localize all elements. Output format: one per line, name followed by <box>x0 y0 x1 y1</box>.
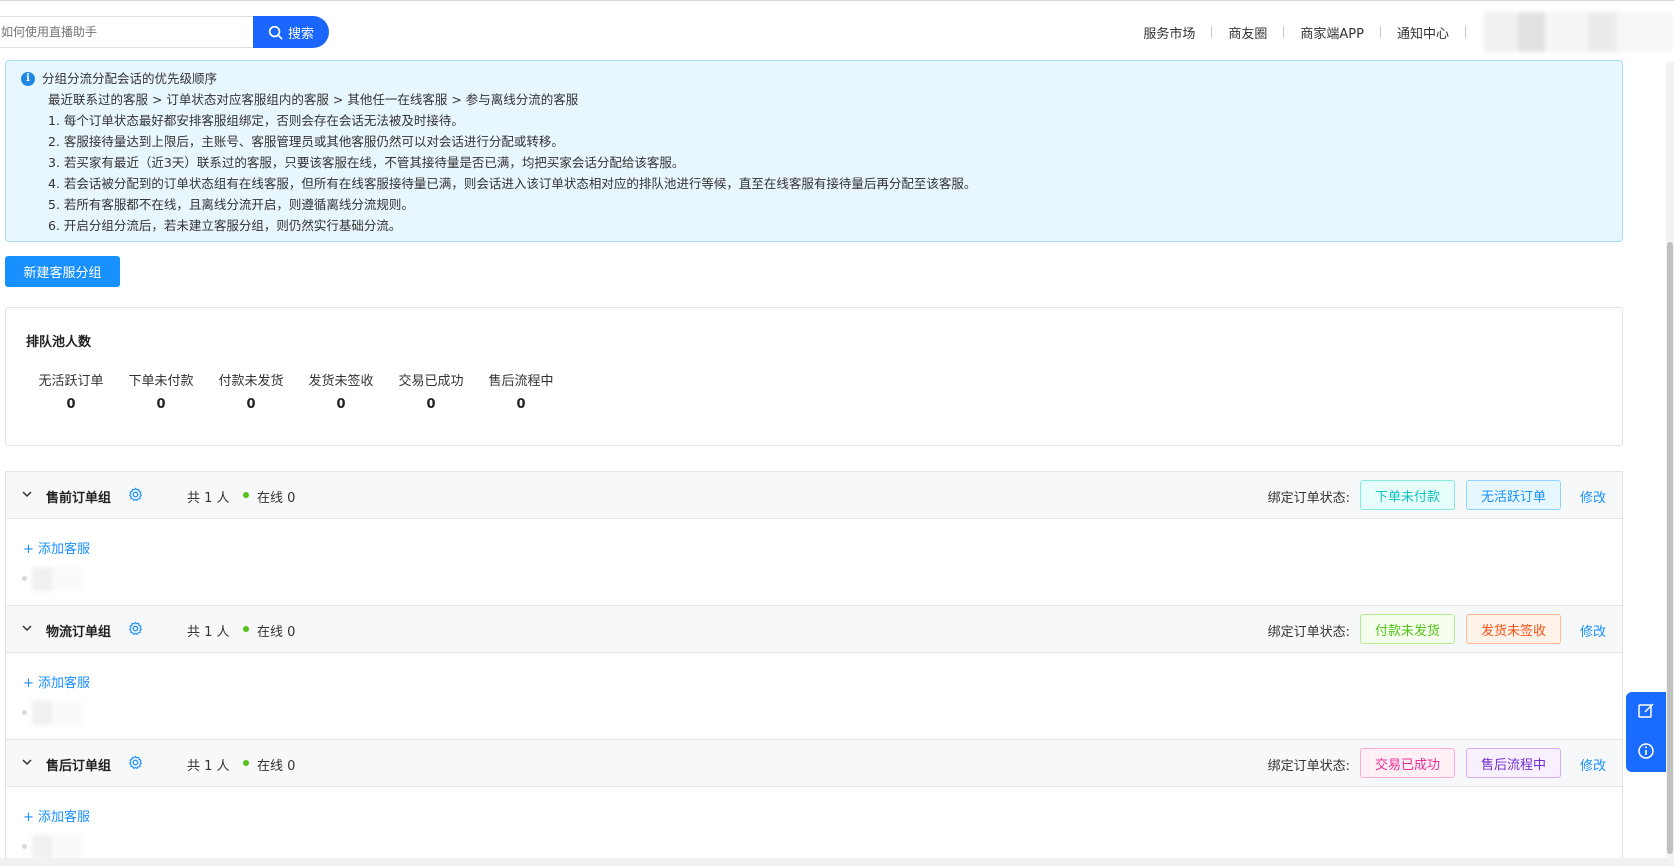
chevron-down-icon[interactable] <box>21 488 33 504</box>
queue-title: 排队池人数 <box>26 335 92 350</box>
group-name: 售前订单组 <box>46 491 112 506</box>
notice-title: 分组分流分配会话的优先级顺序 <box>42 71 218 86</box>
floating-toolbar <box>1626 692 1666 772</box>
online-status-dot <box>243 626 249 632</box>
agent-group-logistics: 物流订单组 共 1 人 在线 0 绑定订单状态: 付款未发货 发货未签收 修改 … <box>5 605 1623 740</box>
queue-stat-value: 0 <box>516 397 526 412</box>
online-status-dot <box>243 492 249 498</box>
queue-stat-value: 0 <box>426 397 436 412</box>
agent-item-blurred <box>22 567 82 591</box>
user-profile-blurred[interactable] <box>1484 12 1674 52</box>
chevron-down-icon[interactable] <box>21 756 33 772</box>
notice-item: 5. 若所有客服都不在线，且离线分流开启，则遵循离线分流规则。 <box>48 197 414 212</box>
nav-notification-center[interactable]: 通知中心 <box>1381 23 1465 42</box>
queue-stat-value: 0 <box>156 397 166 412</box>
status-tag: 售后流程中 <box>1466 748 1561 778</box>
queue-stat-label: 售后流程中 <box>488 374 554 389</box>
queue-stat: 下单未付款 0 <box>116 370 206 412</box>
notice-item: 6. 开启分组分流后，若未建立客服分组，则仍然实行基础分流。 <box>48 218 402 233</box>
bind-status-label: 绑定订单状态: <box>1267 625 1350 640</box>
queue-stat-label: 交易已成功 <box>398 374 464 389</box>
bind-status-label: 绑定订单状态: <box>1267 491 1350 506</box>
vertical-scrollbar[interactable] <box>1666 62 1674 866</box>
queue-stat-label: 无活跃订单 <box>38 374 104 389</box>
nav-service-market[interactable]: 服务市场 <box>1127 23 1211 42</box>
notice-item: 4. 若会话被分配到的订单状态组有在线客服，但所有在线客服接待量已满，则会话进入… <box>48 176 977 191</box>
search-input[interactable] <box>0 16 255 48</box>
queue-stat: 交易已成功 0 <box>386 370 476 412</box>
gear-icon[interactable] <box>128 621 143 640</box>
add-agent-link[interactable]: + 添加客服 <box>23 538 90 557</box>
queue-stats: 无活跃订单 0 下单未付款 0 付款未发货 0 发货未签收 0 交易已成功 0 … <box>26 370 566 412</box>
group-header: 售前订单组 共 1 人 在线 0 绑定订单状态: 下单未付款 无活跃订单 修改 <box>6 472 1622 519</box>
status-tag: 下单未付款 <box>1360 480 1455 510</box>
gear-icon[interactable] <box>128 755 143 774</box>
member-count: 共 1 人 <box>187 759 230 774</box>
member-count: 共 1 人 <box>187 625 230 640</box>
member-count: 共 1 人 <box>187 491 230 506</box>
priority-notice: i 分组分流分配会话的优先级顺序 最近联系过的客服 > 订单状态对应客服组内的客… <box>5 60 1623 242</box>
edit-group-link[interactable]: 修改 <box>1580 755 1606 774</box>
info-icon[interactable] <box>1637 742 1655 762</box>
group-header: 物流订单组 共 1 人 在线 0 绑定订单状态: 付款未发货 发货未签收 修改 <box>6 606 1622 653</box>
horizontal-scrollbar[interactable] <box>0 858 1666 866</box>
add-agent-link[interactable]: + 添加客服 <box>23 806 90 825</box>
status-tag: 发货未签收 <box>1466 614 1561 644</box>
queue-stat-value: 0 <box>246 397 256 412</box>
group-header: 售后订单组 共 1 人 在线 0 绑定订单状态: 交易已成功 售后流程中 修改 <box>6 740 1622 787</box>
agent-group-aftersale: 售后订单组 共 1 人 在线 0 绑定订单状态: 交易已成功 售后流程中 修改 … <box>5 739 1623 866</box>
top-nav: 服务市场 商友圈 商家端APP 通知中心 <box>1127 1 1674 63</box>
queue-stat-label: 下单未付款 <box>128 374 194 389</box>
add-agent-link[interactable]: + 添加客服 <box>23 672 90 691</box>
edit-icon[interactable] <box>1637 702 1655 722</box>
queue-stat-label: 付款未发货 <box>218 374 284 389</box>
status-tag: 无活跃订单 <box>1466 480 1561 510</box>
bind-status-label: 绑定订单状态: <box>1267 759 1350 774</box>
edit-group-link[interactable]: 修改 <box>1580 487 1606 506</box>
search-button[interactable]: 搜索 <box>253 16 329 48</box>
online-count: 在线 0 <box>257 491 296 506</box>
online-count: 在线 0 <box>257 625 296 640</box>
gear-icon[interactable] <box>128 487 143 506</box>
new-group-button[interactable]: 新建客服分组 <box>5 256 120 287</box>
queue-stat: 售后流程中 0 <box>476 370 566 412</box>
agent-item-blurred <box>22 701 82 725</box>
agent-item-blurred <box>22 835 82 859</box>
chevron-down-icon[interactable] <box>21 622 33 638</box>
search-icon <box>268 25 283 40</box>
online-count: 在线 0 <box>257 759 296 774</box>
scrollbar-thumb[interactable] <box>1667 242 1673 854</box>
agent-group-presale: 售前订单组 共 1 人 在线 0 绑定订单状态: 下单未付款 无活跃订单 修改 … <box>5 471 1623 606</box>
queue-stat-value: 0 <box>66 397 76 412</box>
notice-item: 2. 客服接待量达到上限后，主账号、客服管理员或其他客服仍然可以对会话进行分配或… <box>48 134 564 149</box>
notice-title-row: i 分组分流分配会话的优先级顺序 <box>21 68 1622 89</box>
queue-stat: 付款未发货 0 <box>206 370 296 412</box>
nav-merchant-app[interactable]: 商家端APP <box>1284 23 1380 42</box>
queue-stat-value: 0 <box>336 397 346 412</box>
nav-divider <box>1465 26 1466 38</box>
top-header: 搜索 服务市场 商友圈 商家端APP 通知中心 <box>0 0 1674 62</box>
nav-merchant-circle[interactable]: 商友圈 <box>1212 23 1283 42</box>
group-name: 物流订单组 <box>46 625 112 640</box>
queue-stat: 无活跃订单 0 <box>26 370 116 412</box>
queue-stat-label: 发货未签收 <box>308 374 374 389</box>
online-status-dot <box>243 760 249 766</box>
edit-group-link[interactable]: 修改 <box>1580 621 1606 640</box>
notice-order: 最近联系过的客服 > 订单状态对应客服组内的客服 > 其他任一在线客服 > 参与… <box>48 92 579 107</box>
status-tag: 交易已成功 <box>1360 748 1455 778</box>
info-icon: i <box>21 71 35 86</box>
queue-stat: 发货未签收 0 <box>296 370 386 412</box>
group-name: 售后订单组 <box>46 759 112 774</box>
search-bar: 搜索 <box>0 16 329 48</box>
search-button-label: 搜索 <box>287 26 314 42</box>
notice-item: 1. 每个订单状态最好都安排客服组绑定，否则会存在会话无法被及时接待。 <box>48 113 464 128</box>
status-tag: 付款未发货 <box>1360 614 1455 644</box>
notice-item: 3. 若买家有最近（近3天）联系过的客服，只要该客服在线，不管其接待量是否已满，… <box>48 155 685 170</box>
queue-panel: 排队池人数 无活跃订单 0 下单未付款 0 付款未发货 0 发货未签收 0 交易… <box>5 307 1623 446</box>
